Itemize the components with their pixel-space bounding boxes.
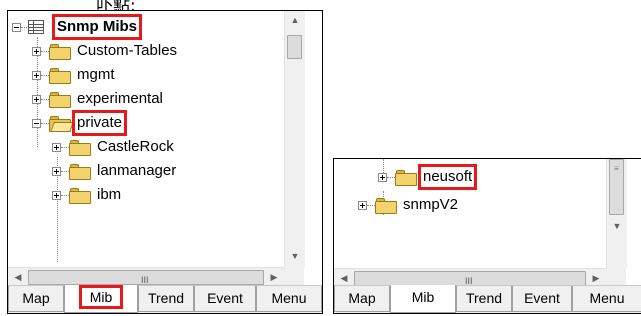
expand-icon[interactable]: [378, 173, 387, 182]
tree-node-label: private: [71, 110, 128, 136]
scroll-up-arrow-icon[interactable]: ▲: [285, 15, 305, 25]
tree-node-castlerock[interactable]: CastleRock: [8, 135, 284, 159]
scroll-down-arrow-icon[interactable]: ▼: [607, 221, 627, 231]
scroll-right-arrow-icon[interactable]: ▶: [586, 273, 606, 284]
tree-node-label: neusoft: [417, 164, 478, 190]
tab-mib[interactable]: Mib: [64, 285, 138, 313]
tree-guide-line: [41, 123, 49, 124]
tab-trend[interactable]: Trend: [138, 286, 194, 312]
tree-guide-line: [61, 171, 69, 172]
expand-icon[interactable]: [52, 191, 61, 200]
folder-icon: [69, 188, 91, 204]
scrollbar-corner: [284, 267, 304, 287]
tab-map[interactable]: Map: [334, 286, 390, 312]
tab-label: Menu: [589, 290, 625, 306]
folder-open-icon: [49, 116, 74, 132]
tree-node-mgmt[interactable]: mgmt: [8, 63, 284, 87]
tree-guide-line: [387, 177, 395, 178]
tree-node-label: mgmt: [77, 66, 115, 83]
tree-guide-line: [41, 75, 49, 76]
folder-icon: [69, 140, 91, 156]
tab-label: Mib: [411, 289, 435, 305]
expand-icon[interactable]: [358, 201, 367, 210]
tree-node-custom-tables[interactable]: Custom-Tables: [8, 39, 284, 63]
tab-label: Menu: [271, 290, 307, 306]
tree-node-neusoft[interactable]: neusoft: [334, 164, 606, 190]
mib-tree-panel-right: neusoft snmpV2 ≡ ▼ ◀ III ▶ Map Mib Trend Eve…: [333, 158, 641, 314]
tab-map[interactable]: Map: [8, 286, 64, 312]
tree-guide-line: [61, 147, 69, 148]
tree-node-label: experimental: [77, 90, 163, 107]
folder-icon: [69, 164, 91, 180]
tree-node-label: lanmanager: [97, 162, 177, 179]
tree-node-experimental[interactable]: experimental: [8, 87, 284, 111]
tab-label: Mib: [78, 285, 124, 309]
collapse-icon[interactable]: [12, 23, 21, 32]
folder-icon: [375, 198, 397, 214]
scroll-right-arrow-icon[interactable]: ▶: [264, 272, 284, 283]
tab-label: Map: [348, 290, 376, 306]
vertical-scrollbar[interactable]: ≡ ▼: [606, 159, 627, 268]
vertical-scrollbar[interactable]: ▲ ▼: [284, 11, 305, 267]
folder-icon: [49, 44, 71, 60]
folder-icon: [395, 170, 417, 186]
tab-trend[interactable]: Trend: [456, 286, 512, 312]
tree-node-label: snmpV2: [403, 196, 459, 213]
mib-tree-panel-left: Snmp Mibs Custom-Tables mgmt experimental pr…: [7, 10, 323, 314]
tree-node-lanmanager[interactable]: lanmanager: [8, 159, 284, 183]
horizontal-scroll-thumb[interactable]: III: [28, 270, 264, 285]
tree-node-label: Snmp Mibs: [51, 14, 143, 40]
tab-label: Trend: [147, 290, 185, 306]
tab-label: Event: [524, 290, 560, 306]
tab-mib[interactable]: Mib: [390, 285, 456, 313]
horizontal-scroll-thumb[interactable]: III: [354, 271, 586, 286]
expand-icon[interactable]: [32, 95, 41, 104]
scroll-grip: III: [141, 275, 149, 285]
vertical-scroll-thumb[interactable]: ≡: [609, 159, 624, 215]
tab-menu[interactable]: Menu: [572, 286, 641, 312]
tab-bar: Map Mib Trend Event Menu: [8, 285, 322, 313]
thumb-grip-icon: ≡: [614, 164, 619, 173]
tree-node-private[interactable]: private: [8, 110, 284, 136]
folder-icon: [49, 92, 71, 108]
expand-icon[interactable]: [52, 167, 61, 176]
table-icon: [28, 20, 44, 34]
folder-icon: [49, 68, 71, 84]
tab-event[interactable]: Event: [194, 286, 256, 312]
expand-icon[interactable]: [32, 47, 41, 56]
tab-label: Map: [22, 290, 50, 306]
tree-node-label: ibm: [97, 186, 122, 203]
tree-guide-line: [41, 99, 49, 100]
tree-node-label: Custom-Tables: [77, 42, 178, 59]
tree-guide-line: [61, 195, 69, 196]
tree-node-snmp-mibs[interactable]: Snmp Mibs: [8, 14, 284, 40]
expand-icon[interactable]: [52, 143, 61, 152]
mib-tree[interactable]: neusoft snmpV2: [334, 159, 606, 268]
tab-label: Trend: [465, 290, 503, 306]
tab-event[interactable]: Event: [512, 286, 572, 312]
tree-node-ibm[interactable]: ibm: [8, 183, 284, 207]
tab-bar: Map Mib Trend Event Menu: [334, 285, 641, 313]
tree-node-label: CastleRock: [97, 138, 174, 155]
collapse-icon[interactable]: [32, 119, 41, 128]
tree-node-snmpv2[interactable]: snmpV2: [334, 193, 606, 217]
scroll-left-arrow-icon[interactable]: ◀: [8, 272, 28, 283]
tab-menu[interactable]: Menu: [256, 286, 322, 312]
scroll-down-arrow-icon[interactable]: ▼: [285, 251, 305, 261]
tree-guide-line: [41, 51, 49, 52]
tree-guide-line: [367, 205, 375, 206]
expand-icon[interactable]: [32, 71, 41, 80]
tab-label: Event: [207, 290, 243, 306]
scroll-left-arrow-icon[interactable]: ◀: [334, 273, 354, 284]
mib-tree[interactable]: Snmp Mibs Custom-Tables mgmt experimental pr…: [8, 11, 284, 267]
vertical-scroll-thumb[interactable]: [287, 35, 302, 59]
